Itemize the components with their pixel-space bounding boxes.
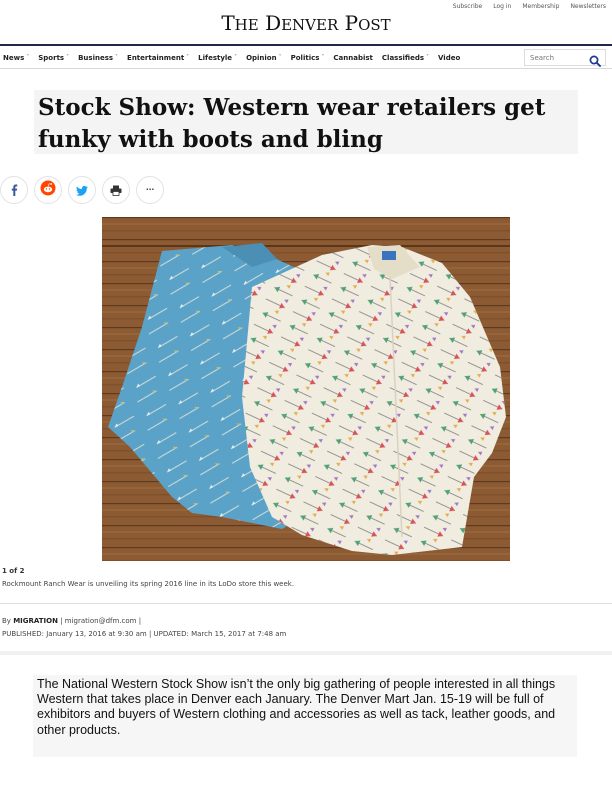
- section-band: [0, 651, 612, 655]
- updated-label: UPDATED:: [153, 630, 189, 638]
- nav-bottom-rule: [0, 68, 612, 69]
- published-label: PUBLISHED:: [2, 630, 44, 638]
- author-name[interactable]: MIGRATION: [13, 617, 58, 625]
- login-link[interactable]: Log in: [493, 3, 511, 10]
- twitter-share-button[interactable]: [68, 176, 96, 204]
- article-photo[interactable]: [102, 217, 510, 561]
- shirts-photo-illustration: [102, 217, 510, 561]
- nav-item-opinion[interactable]: Opinion ˅: [246, 54, 282, 62]
- headline-container: Stock Show: Western wear retailers get f…: [34, 90, 578, 154]
- chevron-down-icon: ˅: [321, 54, 325, 61]
- chevron-down-icon: ˅: [115, 54, 119, 61]
- utility-links: Subscribe Log in Membership Newsletters: [453, 3, 606, 10]
- facebook-icon: [9, 181, 19, 200]
- chevron-down-icon: ˅: [66, 54, 70, 61]
- nav-item-cannabist[interactable]: Cannabist: [333, 54, 372, 62]
- chevron-down-icon: ˅: [186, 54, 190, 61]
- nav-top-rule: [0, 44, 612, 46]
- search-box: [524, 49, 606, 67]
- nav-item-label: Sports: [38, 53, 65, 62]
- published-date: January 13, 2016 at 9:30 am: [46, 630, 147, 638]
- article-body: The National Western Stock Show isn’t th…: [33, 675, 577, 757]
- chevron-down-icon: ˅: [234, 54, 238, 61]
- reddit-icon: [40, 180, 56, 200]
- article-headline: Stock Show: Western wear retailers get f…: [38, 94, 546, 153]
- site-logo[interactable]: THE DENVER POST: [0, 11, 612, 35]
- nav-item-video[interactable]: Video: [438, 54, 460, 62]
- nav-item-label: Business: [78, 53, 114, 62]
- nav-item-label: Entertainment: [127, 53, 185, 62]
- gallery-counter: 1 of 2: [2, 567, 25, 575]
- nav-item-sports[interactable]: Sports ˅: [38, 54, 69, 62]
- twitter-icon: [76, 181, 88, 200]
- nav-item-label: Video: [438, 53, 461, 62]
- nav-item-politics[interactable]: Politics ˅: [291, 54, 325, 62]
- more-share-button[interactable]: ⋯: [136, 176, 164, 204]
- subscribe-link[interactable]: Subscribe: [453, 3, 482, 10]
- nav-item-label: Opinion: [246, 53, 277, 62]
- nav-item-lifestyle[interactable]: Lifestyle ˅: [198, 54, 237, 62]
- facebook-share-button[interactable]: [0, 176, 28, 204]
- nav-item-label: Cannabist: [333, 53, 373, 62]
- chevron-down-icon: ˅: [26, 54, 30, 61]
- nav-item-news[interactable]: News ˅: [3, 54, 29, 62]
- byline: By MIGRATION | migration@dfm.com |: [2, 617, 142, 625]
- nav-item-entertainment[interactable]: Entertainment ˅: [127, 54, 189, 62]
- print-button[interactable]: [102, 176, 130, 204]
- body-paragraph: The National Western Stock Show isn’t th…: [37, 677, 556, 737]
- chevron-down-icon: ˅: [278, 54, 282, 61]
- nav-item-label: News: [3, 53, 25, 62]
- nav-item-label: Politics: [290, 53, 320, 62]
- byline-prefix: By: [2, 617, 11, 625]
- logo-text: THE DENVER POST: [221, 11, 391, 35]
- reddit-share-button[interactable]: [34, 176, 62, 204]
- chevron-down-icon: ˅: [426, 54, 430, 61]
- dateline: PUBLISHED: January 13, 2016 at 9:30 am |…: [2, 630, 287, 638]
- nav-item-business[interactable]: Business ˅: [78, 54, 118, 62]
- membership-link[interactable]: Membership: [522, 3, 559, 10]
- nav-item-label: Lifestyle: [198, 53, 233, 62]
- divider: [0, 603, 612, 604]
- search-input[interactable]: [530, 53, 592, 62]
- updated-date: March 15, 2017 at 7:48 am: [191, 630, 287, 638]
- main-nav: News ˅ Sports ˅ Business ˅ Entertainment ˅ Lifes…: [0, 47, 612, 68]
- nav-item-classifieds[interactable]: Classifieds ˅: [382, 54, 429, 62]
- nav-item-label: Classifieds: [381, 53, 425, 62]
- print-icon: [110, 181, 122, 200]
- photo-caption: Rockmount Ranch Wear is unveiling its sp…: [2, 580, 295, 588]
- share-bar: ⋯: [0, 176, 170, 206]
- more-icon: ⋯: [146, 185, 154, 194]
- author-email[interactable]: migration@dfm.com: [65, 617, 137, 625]
- newsletters-link[interactable]: Newsletters: [570, 3, 606, 10]
